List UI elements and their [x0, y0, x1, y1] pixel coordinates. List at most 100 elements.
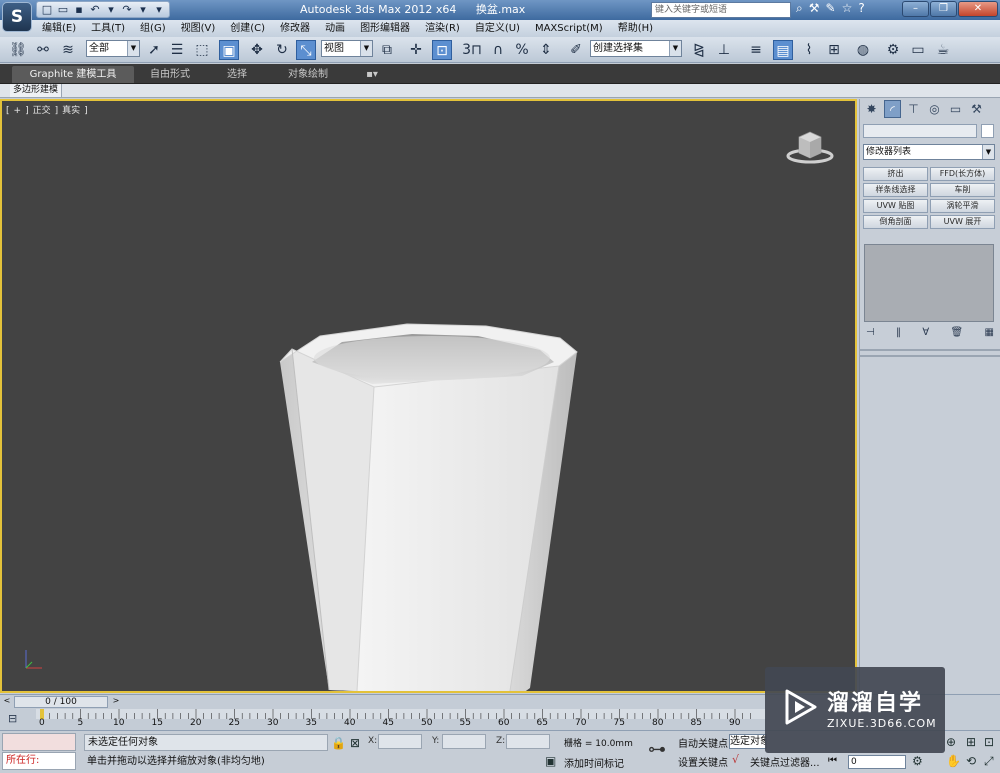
key-filters-button[interactable]: 关键点过滤器... — [750, 754, 820, 769]
communication-icon[interactable]: ✎ — [826, 1, 836, 16]
go-to-start-icon[interactable]: ⏮ — [828, 755, 837, 766]
select-manipulate-icon[interactable]: ✛ — [406, 40, 426, 60]
link-icon[interactable]: ⛓ — [8, 40, 28, 60]
current-frame-field[interactable]: 0 — [848, 755, 906, 769]
curve-editor-icon[interactable]: ⌇ — [799, 40, 819, 60]
object-name-field[interactable] — [863, 124, 977, 138]
layer-manager-icon[interactable]: ≡ — [746, 40, 766, 60]
redo-dropdown-icon[interactable]: ▾ — [136, 2, 150, 17]
percent-snap-icon[interactable]: % — [512, 40, 532, 60]
tab-object-paint[interactable]: 对象绘制 — [280, 66, 336, 83]
perspective-viewport[interactable]: [+] 正交] 真实] — [0, 99, 857, 693]
angle-snap-icon[interactable]: ∩ — [488, 40, 508, 60]
pivot-center-icon[interactable]: ⧉ — [377, 40, 397, 60]
menu-tools[interactable]: 工具(T) — [91, 20, 125, 37]
x-coordinate-field[interactable] — [378, 734, 422, 749]
qat-menu-icon[interactable]: ▾ — [152, 2, 166, 17]
selected-object-dropdown[interactable]: 选定对象 — [729, 734, 767, 749]
set-key-icon[interactable]: ⊶ — [648, 739, 666, 760]
lock-icon[interactable]: 🔒 — [331, 736, 346, 750]
pan-hand-icon[interactable]: ✋ — [946, 754, 961, 768]
graphite-toggle-icon[interactable]: ▤ — [773, 40, 793, 60]
viewport-label[interactable]: [+] 正交] 真实] — [6, 103, 92, 116]
maxscript-listener-mini[interactable] — [2, 733, 76, 751]
zoom-extents-all-icon[interactable]: ⊞ — [966, 735, 976, 749]
object-color-swatch[interactable] — [981, 124, 994, 138]
restore-button[interactable]: ❐ — [930, 1, 957, 17]
menu-rendering[interactable]: 渲染(R) — [425, 20, 460, 37]
select-rotate-icon[interactable]: ↻ — [272, 40, 292, 60]
viewport-shading-label[interactable]: 真实 — [62, 106, 80, 116]
tab-selection[interactable]: 选择 — [212, 66, 262, 83]
polygon-modeling-panel[interactable]: 多边形建模 — [10, 84, 63, 97]
modify-tab-icon[interactable]: ◜ — [884, 100, 901, 118]
turbosmooth-button[interactable]: 涡轮平滑 — [930, 199, 995, 213]
modifier-list-dropdown[interactable]: 修改器列表 ▼ — [863, 144, 995, 160]
menu-modifiers[interactable]: 修改器 — [280, 20, 310, 37]
spline-select-button[interactable]: 样条线选择 — [863, 183, 928, 197]
z-coordinate-field[interactable] — [506, 734, 550, 749]
bind-space-warp-icon[interactable]: ≋ — [58, 40, 78, 60]
menu-maxscript[interactable]: MAXScript(M) — [535, 20, 603, 37]
render-teapot-icon[interactable]: ☕ — [933, 40, 953, 60]
menu-help[interactable]: 帮助(H) — [618, 20, 653, 37]
undo-icon[interactable]: ↶ — [88, 2, 102, 17]
time-config-icon[interactable]: ⚙ — [912, 754, 923, 768]
time-tag-icon[interactable]: ▣ — [545, 754, 556, 768]
motion-tab-icon[interactable]: ◎ — [926, 100, 943, 118]
redo-icon[interactable]: ↷ — [120, 2, 134, 17]
absolute-mode-icon[interactable]: ⊠ — [350, 736, 360, 750]
orbit-icon[interactable]: ⟲ — [966, 754, 976, 768]
y-coordinate-field[interactable] — [442, 734, 486, 749]
tab-graphite-modeling[interactable]: Graphite 建模工具 — [12, 66, 134, 83]
utilities-tab-icon[interactable]: ⚒ — [968, 100, 985, 118]
viewport-pov-label[interactable]: 正交 — [33, 106, 51, 116]
unwrap-uvw-button[interactable]: UVW 展开 — [930, 215, 995, 229]
display-tab-icon[interactable]: ▭ — [947, 100, 964, 118]
undo-dropdown-icon[interactable]: ▾ — [104, 2, 118, 17]
binoculars-icon[interactable]: ⌕ — [796, 1, 803, 16]
render-setup-icon[interactable]: ⚙ — [883, 40, 903, 60]
menu-edit[interactable]: 编辑(E) — [42, 20, 76, 37]
menu-graph-editors[interactable]: 图形编辑器 — [360, 20, 410, 37]
bevel-profile-button[interactable]: 倒角剖面 — [863, 215, 928, 229]
previous-frame-arrow[interactable]: < — [2, 696, 12, 708]
maximize-viewport-icon[interactable]: ⤢ — [984, 754, 994, 769]
menu-views[interactable]: 视图(V) — [181, 20, 216, 37]
minimize-button[interactable]: – — [902, 1, 929, 17]
close-button[interactable]: ✕ — [958, 1, 998, 17]
viewport-plus-menu[interactable]: + — [14, 106, 22, 116]
uvw-map-button[interactable]: UVW 贴图 — [863, 199, 928, 213]
align-icon[interactable]: ⊥ — [714, 40, 734, 60]
rendered-frame-window-icon[interactable]: ▭ — [908, 40, 928, 60]
create-tab-icon[interactable]: ✸ — [863, 100, 880, 118]
edit-named-selection-icon[interactable]: ✐ — [566, 40, 586, 60]
menu-create[interactable]: 创建(C) — [230, 20, 265, 37]
new-file-icon[interactable]: □ — [40, 2, 54, 17]
mirror-icon[interactable]: ⧎ — [689, 40, 709, 60]
material-editor-icon[interactable]: ◍ — [853, 40, 873, 60]
script-line-label[interactable]: 所在行: — [2, 752, 76, 770]
app-logo-button[interactable]: S — [2, 2, 32, 32]
hierarchy-tab-icon[interactable]: ⊤ — [905, 100, 922, 118]
open-file-icon[interactable]: ▭ — [56, 2, 70, 17]
auto-key-button[interactable]: 自动关键点 — [678, 735, 728, 750]
viewcube[interactable] — [785, 127, 835, 167]
show-end-result-icon[interactable]: ‖ — [896, 327, 901, 341]
favorites-star-icon[interactable]: ☆ — [842, 1, 853, 16]
lathe-button[interactable]: 车削 — [930, 183, 995, 197]
named-selection-sets-dropdown[interactable]: 创建选择集 ▼ — [590, 40, 682, 57]
select-by-name-icon[interactable]: ☰ — [167, 40, 187, 60]
subscription-icon[interactable]: ⚒ — [809, 1, 820, 16]
menu-group[interactable]: 组(G) — [140, 20, 166, 37]
search-input[interactable]: 键入关键字或短语 — [651, 2, 791, 18]
tab-freeform[interactable]: 自由形式 — [140, 66, 200, 83]
next-frame-arrow[interactable]: > — [111, 696, 121, 708]
octagonal-vase-model[interactable] — [272, 216, 592, 693]
remove-modifier-icon[interactable]: 🗑 — [951, 327, 964, 341]
extrude-button[interactable]: 挤出 — [863, 167, 928, 181]
select-move-icon[interactable]: ✥ — [247, 40, 267, 60]
rectangle-selection-icon[interactable]: ⬚ — [192, 40, 212, 60]
schematic-view-icon[interactable]: ⊞ — [824, 40, 844, 60]
reference-coordinate-dropdown[interactable]: 视图 ▼ — [321, 40, 373, 57]
